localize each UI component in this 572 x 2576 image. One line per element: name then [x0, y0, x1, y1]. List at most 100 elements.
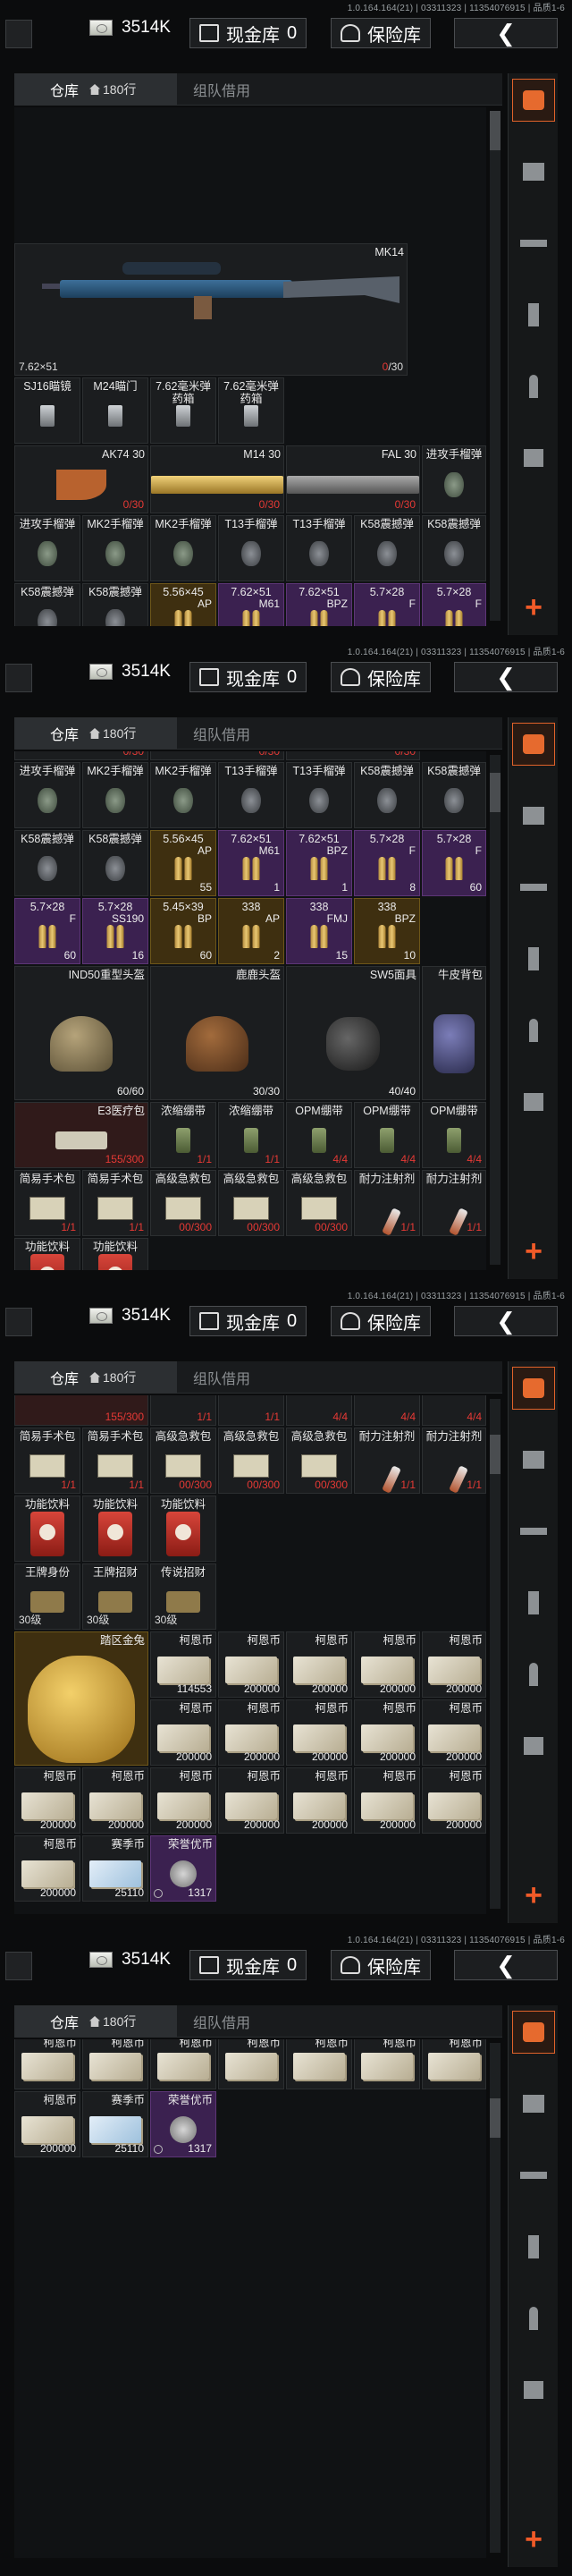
item-koen-coin[interactable]: 柯恩币 200000	[218, 1631, 284, 1698]
cash-vault-button[interactable]: 现金库 0	[189, 1306, 307, 1336]
item-honor-coin[interactable]: 荣誉优币 1317	[150, 2091, 216, 2157]
item-ammo-box-762[interactable]: 7.62毫米弹药箱	[218, 377, 284, 444]
item-k58-flash[interactable]: K58震撼弹	[422, 762, 486, 828]
item-opm-bandage[interactable]: 4/4	[422, 1395, 486, 1426]
item-ammo-762-m61[interactable]: 7.62×51 M61	[218, 583, 284, 626]
item-koen-coin[interactable]: 柯恩币 200000	[286, 1767, 352, 1834]
item-energy-drink[interactable]: 功能饮料	[14, 1238, 80, 1270]
item-advanced-firstaid[interactable]: 高级急救包 00/300	[218, 1428, 284, 1494]
item-ammo-57-f[interactable]: 5.7×28 F	[354, 583, 420, 626]
item-koen-coin[interactable]: 柯恩币 200000	[422, 1767, 486, 1834]
gear-category-icon[interactable]	[512, 794, 555, 837]
scrollbar-thumb[interactable]	[490, 111, 500, 150]
item-deer-helmet[interactable]: 鹿鹿头盔 30/30	[150, 966, 284, 1100]
rifle-category-icon[interactable]	[512, 866, 555, 909]
item-koen-coin[interactable]: 柯恩币	[354, 2039, 420, 2089]
item-koen-coin[interactable]: 柯恩币 200000	[422, 1699, 486, 1766]
all-category-icon[interactable]	[512, 2011, 555, 2054]
item-ammo-338-bpz[interactable]: 338 BPZ 10	[354, 898, 420, 964]
item-ammo-57-f[interactable]: 5.7×28 F 60	[14, 898, 80, 964]
item-bandage[interactable]: 浓缩绷带 1/1	[218, 1102, 284, 1168]
tab-team-borrow[interactable]: 组队借用	[193, 1361, 250, 1394]
scrollbar-thumb[interactable]	[490, 2098, 500, 2138]
back-button[interactable]	[5, 20, 32, 48]
item-ammo-556-ap[interactable]: 5.56×45 AP 55	[150, 830, 216, 896]
item-t13-grenade[interactable]: T13手榴弹	[286, 762, 352, 828]
tab-warehouse[interactable]: 仓库 180行	[14, 1361, 177, 1394]
item-energy-drink[interactable]: 功能饮料	[14, 1496, 80, 1562]
grid-scrollbar[interactable]	[490, 2043, 500, 2553]
rifle-category-icon[interactable]	[512, 1510, 555, 1553]
item-simple-surgery-kit[interactable]: 简易手术包 1/1	[82, 1170, 148, 1236]
safe-vault-button[interactable]: 保险库	[331, 662, 431, 692]
item-simple-surgery-kit[interactable]: 简易手术包 1/1	[82, 1428, 148, 1494]
tab-team-borrow[interactable]: 组队借用	[193, 2005, 250, 2038]
item-koen-coin[interactable]: 柯恩币	[82, 2039, 148, 2089]
scrollbar-thumb[interactable]	[490, 773, 500, 812]
item-stamina-injection[interactable]: 耐力注射剂 1/1	[354, 1428, 420, 1494]
item-koen-coin[interactable]: 柯恩币 200000	[14, 1767, 80, 1834]
item-ind50-helmet[interactable]: IND50重型头盔 60/60	[14, 966, 148, 1100]
add-row-button[interactable]: +	[514, 1232, 553, 1271]
attachment-category-icon[interactable]	[512, 1080, 555, 1123]
ammo-category-icon[interactable]	[512, 1009, 555, 1052]
item-ammo-57-ss190[interactable]: 5.7×28 SS190 16	[82, 898, 148, 964]
item-k58-flash[interactable]: K58震撼弹	[14, 583, 80, 626]
item-mk2-grenade[interactable]: MK2手榴弹	[150, 515, 216, 581]
item-koen-coin[interactable]: 柯恩币	[150, 2039, 216, 2089]
tab-warehouse[interactable]: 仓库 180行	[14, 717, 177, 750]
item-ace-id-card[interactable]: 王牌身份 30级	[14, 1563, 80, 1630]
ammo-category-icon[interactable]	[512, 2297, 555, 2340]
item-koen-coin[interactable]: 柯恩币 200000	[218, 1699, 284, 1766]
item-koen-coin[interactable]: 柯恩币 200000	[14, 1835, 80, 1902]
item-sw5-mask[interactable]: SW5面具 40/40	[286, 966, 420, 1100]
attachment-category-icon[interactable]	[512, 2368, 555, 2411]
ammo-category-icon[interactable]	[512, 365, 555, 408]
item-opm-bandage[interactable]: OPM绷带 4/4	[286, 1102, 352, 1168]
item-advanced-firstaid[interactable]: 高级急救包 00/300	[286, 1428, 352, 1494]
item-k58-flash[interactable]: K58震撼弹	[14, 830, 80, 896]
item-koen-coin[interactable]: 柯恩币	[422, 2039, 486, 2089]
collapse-chevron-icon[interactable]: ❮	[454, 1950, 558, 1980]
item-ak74-mag[interactable]: AK74 30 0/30	[14, 445, 148, 513]
item-attack-grenade[interactable]: 进攻手榴弹	[422, 445, 486, 513]
all-category-icon[interactable]	[512, 723, 555, 766]
item-bandage[interactable]: 1/1	[218, 1395, 284, 1426]
item-k58-flash[interactable]: K58震撼弹	[82, 830, 148, 896]
item-ammo-545-bp[interactable]: 5.45×39 BP 60	[150, 898, 216, 964]
item-advanced-firstaid[interactable]: 高级急救包 00/300	[150, 1428, 216, 1494]
cash-vault-button[interactable]: 现金库 0	[189, 1950, 307, 1980]
grid-scrollbar[interactable]	[490, 755, 500, 1265]
collapse-chevron-icon[interactable]: ❮	[454, 1306, 558, 1336]
item-koen-coin[interactable]: 柯恩币	[286, 2039, 352, 2089]
item-season-coin[interactable]: 赛季币 25110	[82, 1835, 148, 1902]
item-koen-coin[interactable]: 柯恩币 200000	[150, 1767, 216, 1834]
item-ammo-762-m61[interactable]: 7.62×51 M61 1	[218, 830, 284, 896]
item-gold-rabbit[interactable]: 踏区金兔	[14, 1631, 148, 1766]
add-row-button[interactable]: +	[514, 588, 553, 627]
magazine-category-icon[interactable]	[512, 1581, 555, 1624]
gear-category-icon[interactable]	[512, 1438, 555, 1481]
item-advanced-firstaid[interactable]: 高级急救包 00/300	[218, 1170, 284, 1236]
item-koen-coin[interactable]: 柯恩币	[218, 2039, 284, 2089]
back-button[interactable]	[5, 1308, 32, 1336]
item-koen-coin[interactable]: 柯恩币 200000	[150, 1699, 216, 1766]
item-opm-bandage[interactable]: 4/4	[354, 1395, 420, 1426]
item-koen-coin[interactable]: 柯恩币	[14, 2039, 80, 2089]
magazine-category-icon[interactable]	[512, 2225, 555, 2268]
item-t13-grenade[interactable]: T13手榴弹	[286, 515, 352, 581]
magazine-category-icon[interactable]	[512, 293, 555, 336]
item-mk2-grenade[interactable]: MK2手榴弹	[150, 762, 216, 828]
collapse-chevron-icon[interactable]: ❮	[454, 18, 558, 48]
item-koen-coin[interactable]: 柯恩币 200000	[354, 1699, 420, 1766]
tab-team-borrow[interactable]: 组队借用	[193, 717, 250, 750]
add-row-button[interactable]: +	[514, 1876, 553, 1915]
item-koen-coin[interactable]: 柯恩币 200000	[354, 1767, 420, 1834]
rifle-category-icon[interactable]	[512, 222, 555, 265]
item-bandage[interactable]: 浓缩绷带 1/1	[150, 1102, 216, 1168]
item-simple-surgery-kit[interactable]: 简易手术包 1/1	[14, 1170, 80, 1236]
add-row-button[interactable]: +	[514, 2520, 553, 2559]
item-advanced-firstaid[interactable]: 高级急救包 00/300	[150, 1170, 216, 1236]
item-koen-coin[interactable]: 柯恩币 200000	[218, 1767, 284, 1834]
grid-scrollbar[interactable]	[490, 1399, 500, 1909]
